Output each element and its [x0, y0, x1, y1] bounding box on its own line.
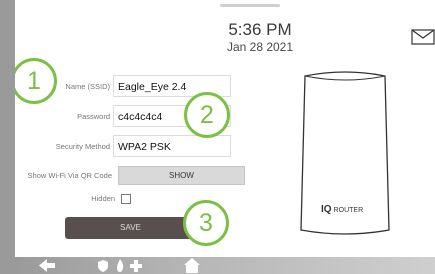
clock-time: 5:36 PM — [228, 20, 292, 39]
clock-date: Jan 28 2021 — [226, 40, 294, 54]
ssid-label: Name (SSID) — [65, 82, 110, 91]
wifi-settings-screen: 5:36 PM Jan 28 2021 Name (SSID) Eagle_Ey… — [15, 0, 435, 274]
left-gray-band — [0, 0, 15, 274]
callout-3: 3 — [183, 200, 229, 246]
hidden-label: Hidden — [91, 194, 115, 203]
hidden-checkbox[interactable] — [121, 194, 131, 204]
back-arrow-icon[interactable] — [37, 257, 57, 274]
password-label: Password — [77, 112, 110, 121]
security-method-label: Security Method — [55, 142, 110, 151]
clock: 5:36 PM Jan 28 2021 — [185, 20, 335, 54]
shield-icon[interactable] — [97, 257, 109, 274]
save-button[interactable]: SAVE — [65, 217, 196, 239]
plus-icon[interactable] — [129, 257, 143, 274]
router-brand-text: ROUTER — [333, 207, 364, 214]
callout-1: 1 — [15, 58, 57, 104]
envelope-icon[interactable] — [411, 29, 435, 45]
router-brand-iq: IQ — [321, 204, 332, 215]
qr-code-label: Show Wi-Fi Via QR Code — [27, 171, 112, 180]
callout-2: 2 — [184, 92, 230, 138]
flame-icon[interactable] — [114, 257, 126, 274]
bottom-nav-bar — [15, 257, 435, 274]
router-brand-logo: IQ ROUTER — [321, 204, 373, 215]
home-icon[interactable] — [183, 257, 201, 274]
show-qr-button[interactable]: SHOW — [118, 166, 245, 185]
security-method-select[interactable]: WPA2 PSK — [113, 135, 231, 157]
pull-down-handle[interactable] — [220, 4, 280, 7]
